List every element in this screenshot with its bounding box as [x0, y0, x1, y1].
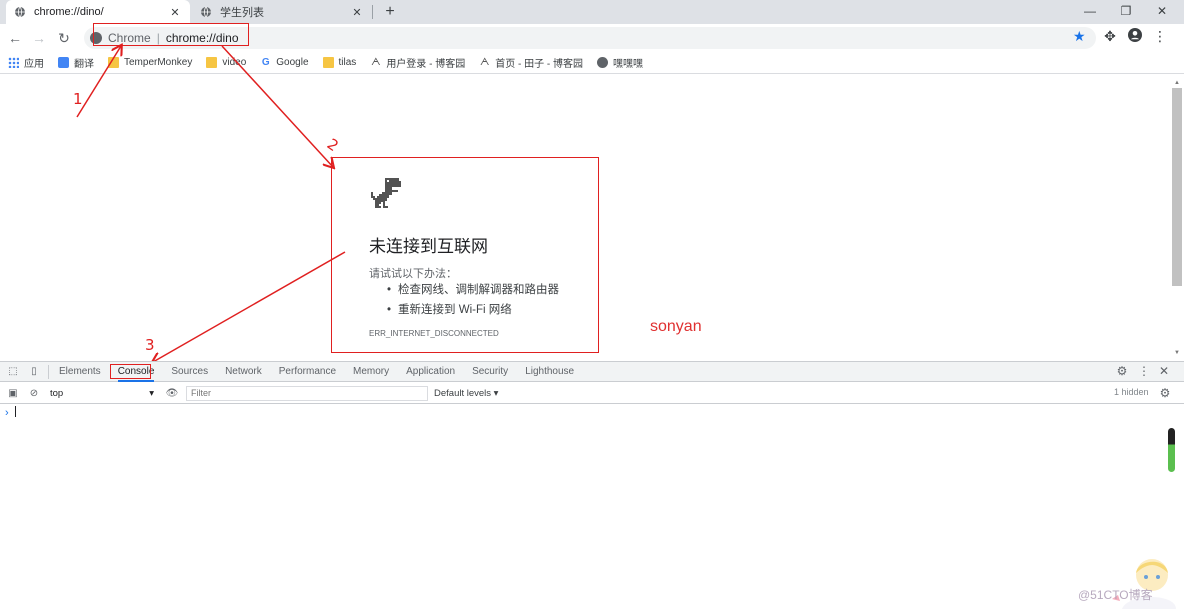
text-caret [14, 406, 16, 417]
dino-icon[interactable] [369, 176, 403, 210]
sidebar-toggle-icon[interactable]: ▣ [5, 385, 21, 401]
tab-security[interactable]: Security [472, 362, 508, 382]
bookmark-tempermonkey[interactable]: TemperMonkey [108, 57, 192, 68]
bookmark-label: TemperMonkey [124, 57, 193, 68]
globe-icon [14, 6, 26, 18]
list-item: 重新连接到 Wi-Fi 网络 [387, 301, 559, 317]
bookmark-google[interactable]: G Google [260, 57, 309, 68]
scroll-up-icon[interactable]: ▲ [1174, 80, 1180, 86]
scrollbar-thumb[interactable] [1172, 88, 1182, 286]
error-code: ERR_INTERNET_DISCONNECTED [369, 329, 499, 338]
bookmark-cnblogs-login[interactable]: ᗅ 用户登录 - 博客园 [370, 55, 465, 70]
minimize-button[interactable]: — [1072, 0, 1108, 24]
prompt-chevron-icon: › [5, 407, 9, 419]
translate-icon [58, 57, 69, 68]
clear-console-icon[interactable]: ⊘ [26, 385, 42, 401]
console-filter-bar: ▣ ⊘ top ▾ 👁 Default levels ▾ 1 hidden ⚙ [0, 383, 1184, 404]
close-tab-icon[interactable]: ✕ [350, 6, 364, 19]
new-tab-button[interactable]: + [380, 2, 400, 22]
suggestion-list: 检查网线、调制解调器和路由器 重新连接到 Wi-Fi 网络 [387, 281, 559, 321]
tab-elements[interactable]: Elements [59, 362, 101, 382]
bookmark-video[interactable]: video [206, 57, 246, 68]
site-watermark: @51CTO博客 [1078, 588, 1153, 602]
back-button[interactable]: ← [5, 28, 25, 48]
bookmarks-bar: 应用 翻译 TemperMonkey video G Google tilas ᗅ… [0, 52, 1184, 74]
bookmark-label: 首页 - 田子 - 博客园 [495, 59, 583, 70]
side-indicator [1168, 428, 1175, 472]
context-select[interactable]: top ▾ [50, 388, 154, 399]
tab-chrome-dino[interactable]: chrome://dino/ ✕ [6, 0, 190, 24]
tab-performance[interactable]: Performance [279, 362, 336, 382]
tab-strip: chrome://dino/ ✕ 学生列表 ✕ + — ❐ ✕ [0, 0, 1184, 24]
error-suggestion-intro: 请试试以下办法： [369, 268, 457, 280]
extensions-icon[interactable]: ✥ [1101, 28, 1119, 45]
hidden-messages-count: 1 hidden [1114, 387, 1149, 397]
close-devtools-icon[interactable]: ✕ [1156, 364, 1172, 378]
bookmark-label: 翻译 [74, 59, 94, 70]
apps-icon [8, 57, 19, 68]
author-watermark: sonyan [650, 318, 702, 335]
globe-icon [200, 6, 212, 18]
tab-separator [372, 5, 373, 19]
console-filter-input[interactable] [186, 385, 428, 401]
cnblogs-icon: ᗅ [371, 57, 381, 68]
annotation-box-console [110, 364, 151, 379]
bookmark-star-icon[interactable]: ★ [1073, 28, 1086, 45]
maximize-button[interactable]: ❐ [1108, 0, 1144, 24]
bookmark-heiheihei[interactable]: 嘿嘿嘿 [596, 55, 643, 70]
bookmark-translate[interactable]: 翻译 [58, 55, 94, 70]
tab-application[interactable]: Application [406, 362, 455, 382]
bookmark-label: 嘿嘿嘿 [612, 59, 643, 70]
scroll-down-icon[interactable]: ▼ [1174, 350, 1180, 356]
console-input-line[interactable]: › [5, 406, 16, 419]
live-expression-eye-icon[interactable]: 👁 [164, 385, 180, 401]
inspect-element-icon[interactable]: ⬚ [5, 364, 21, 380]
profile-icon[interactable] [1126, 28, 1144, 45]
close-tab-icon[interactable]: ✕ [168, 6, 182, 19]
console-settings-gear-icon[interactable]: ⚙ [1157, 386, 1173, 400]
cnblogs-icon: ᗅ [479, 57, 490, 68]
bookmark-label: 用户登录 - 博客园 [386, 59, 466, 70]
reload-button[interactable]: ↻ [54, 28, 74, 48]
tab-sources[interactable]: Sources [171, 362, 208, 382]
error-title: 未连接到互联网 [369, 237, 488, 256]
divider [48, 364, 49, 379]
annotation-label-3: 3 [145, 336, 155, 354]
close-window-button[interactable]: ✕ [1144, 0, 1180, 24]
bookmark-label: Google [276, 57, 309, 68]
tab-title: 学生列表 [220, 7, 264, 19]
tab-lighthouse[interactable]: Lighthouse [525, 362, 574, 382]
bookmark-label: 应用 [24, 59, 44, 70]
bookmark-tilas[interactable]: tilas [322, 57, 357, 68]
offline-error-panel: 未连接到互联网 请试试以下办法： 检查网线、调制解调器和路由器 重新连接到 Wi… [331, 157, 599, 353]
tab-network[interactable]: Network [225, 362, 262, 382]
chevron-down-icon: ▾ [149, 387, 154, 399]
folder-icon [206, 57, 218, 68]
annotation-box-address [93, 23, 249, 46]
devtools-tabbar: ⬚ ▯ Elements Console Sources Network Per… [0, 362, 1184, 382]
log-levels-dropdown[interactable]: Default levels ▾ [434, 388, 498, 399]
tab-title: chrome://dino/ [34, 6, 104, 18]
bookmark-label: video [222, 57, 247, 68]
bookmark-label: tilas [338, 57, 357, 68]
forward-button[interactable]: → [29, 28, 49, 48]
tab-student-list[interactable]: 学生列表 ✕ [192, 0, 372, 24]
page-scrollbar[interactable]: ▲ ▼ [1172, 80, 1182, 358]
folder-icon [108, 57, 119, 68]
bookmark-cnblogs-home[interactable]: ᗅ 首页 - 田子 - 博客园 [479, 55, 583, 70]
devtools-menu-icon[interactable]: ⋮ [1136, 364, 1152, 378]
settings-gear-icon[interactable]: ⚙ [1114, 364, 1130, 378]
annotation-label-1: 1 [73, 90, 83, 108]
google-icon: G [261, 57, 270, 68]
device-toolbar-icon[interactable]: ▯ [26, 364, 42, 380]
globe-icon [596, 57, 608, 68]
list-item: 检查网线、调制解调器和路由器 [387, 281, 559, 297]
tab-memory[interactable]: Memory [353, 362, 389, 382]
context-value: top [50, 387, 64, 399]
bookmark-apps[interactable]: 应用 [8, 55, 44, 70]
menu-kebab-icon[interactable]: ⋮ [1151, 28, 1169, 45]
devtools-panel: ⬚ ▯ Elements Console Sources Network Per… [0, 361, 1184, 609]
folder-icon [322, 57, 334, 68]
